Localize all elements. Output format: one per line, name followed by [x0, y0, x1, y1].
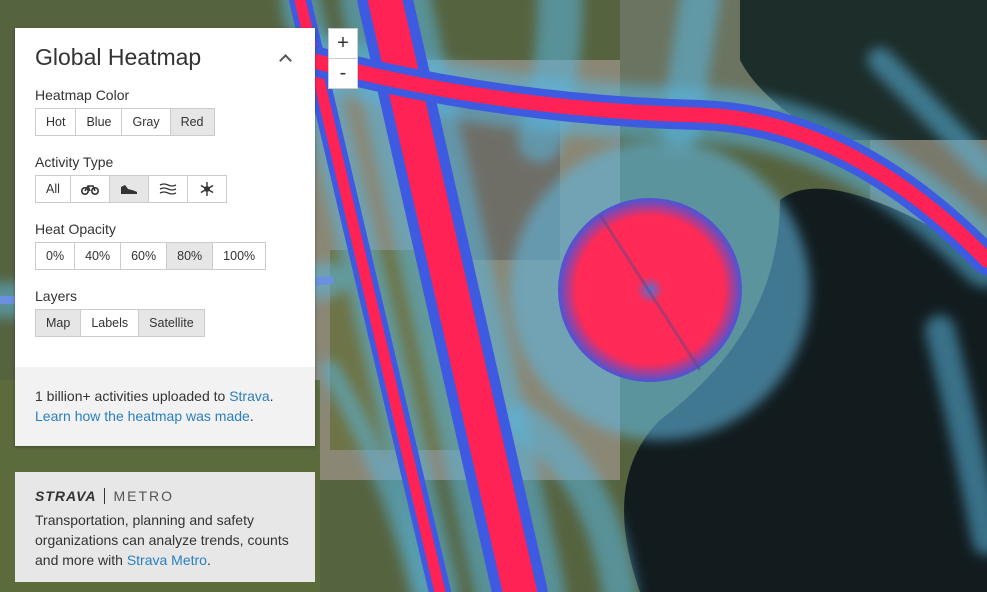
- opacity-60-button[interactable]: 60%: [120, 242, 168, 270]
- logo-divider: [104, 488, 106, 504]
- activity-type-group: All: [35, 175, 295, 203]
- activity-water-button[interactable]: [148, 175, 188, 203]
- color-blue-button[interactable]: Blue: [75, 108, 123, 136]
- strava-metro-box: STRAVA METRO Transportation, planning an…: [15, 472, 315, 582]
- layer-satellite-button[interactable]: Satellite: [138, 309, 205, 337]
- color-red-button[interactable]: Red: [169, 108, 215, 136]
- collapse-chevron-icon[interactable]: [279, 52, 291, 64]
- heat-opacity-group: 0% 40% 60% 80% 100%: [35, 242, 295, 270]
- activity-winter-button[interactable]: [187, 175, 227, 203]
- metro-period: .: [206, 552, 211, 568]
- heatmap-color-group: Hot Blue Gray Red: [35, 108, 295, 136]
- opacity-40-button[interactable]: 40%: [74, 242, 122, 270]
- layer-labels-button[interactable]: Labels: [80, 309, 140, 337]
- run-shoe-icon: [121, 184, 137, 194]
- layer-map-button[interactable]: Map: [35, 309, 82, 337]
- strava-metro-logo: STRAVA METRO: [35, 486, 295, 506]
- heatmap-panel: Global Heatmap Heatmap Color Hot Blue Gr…: [15, 28, 315, 446]
- heatmap-color-label: Heatmap Color: [35, 87, 130, 103]
- panel-title: Global Heatmap: [35, 44, 202, 70]
- activity-all-button[interactable]: All: [35, 175, 71, 203]
- learn-heatmap-link[interactable]: Learn how the heatmap was made: [35, 408, 250, 424]
- opacity-80-button[interactable]: 80%: [166, 242, 214, 270]
- zoom-control: + -: [328, 28, 358, 89]
- color-hot-button[interactable]: Hot: [35, 108, 77, 136]
- zoom-out-button[interactable]: -: [329, 59, 357, 88]
- activity-bike-button[interactable]: [70, 175, 110, 203]
- bike-icon: [81, 184, 99, 195]
- footer-period-2: .: [249, 408, 254, 424]
- opacity-0-button[interactable]: 0%: [35, 242, 76, 270]
- zoom-in-button[interactable]: +: [329, 29, 357, 59]
- footer-period: .: [269, 388, 274, 404]
- strava-link[interactable]: Strava: [229, 388, 269, 404]
- logo-strava-text: STRAVA: [35, 488, 97, 504]
- strava-metro-link[interactable]: Strava Metro: [127, 552, 207, 568]
- panel-footer: 1 billion+ activities uploaded to Strava…: [15, 367, 315, 446]
- water-icon: [159, 183, 177, 195]
- snowflake-icon: [200, 182, 214, 196]
- opacity-100-button[interactable]: 100%: [212, 242, 267, 270]
- layers-group: Map Labels Satellite: [35, 309, 295, 337]
- activity-type-label: Activity Type: [35, 154, 114, 170]
- layers-label: Layers: [35, 288, 78, 304]
- heat-opacity-label: Heat Opacity: [35, 221, 116, 237]
- logo-metro-text: METRO: [113, 488, 175, 504]
- activities-text: 1 billion+ activities uploaded to: [35, 388, 230, 404]
- color-gray-button[interactable]: Gray: [121, 108, 171, 136]
- activity-run-button[interactable]: [109, 175, 149, 203]
